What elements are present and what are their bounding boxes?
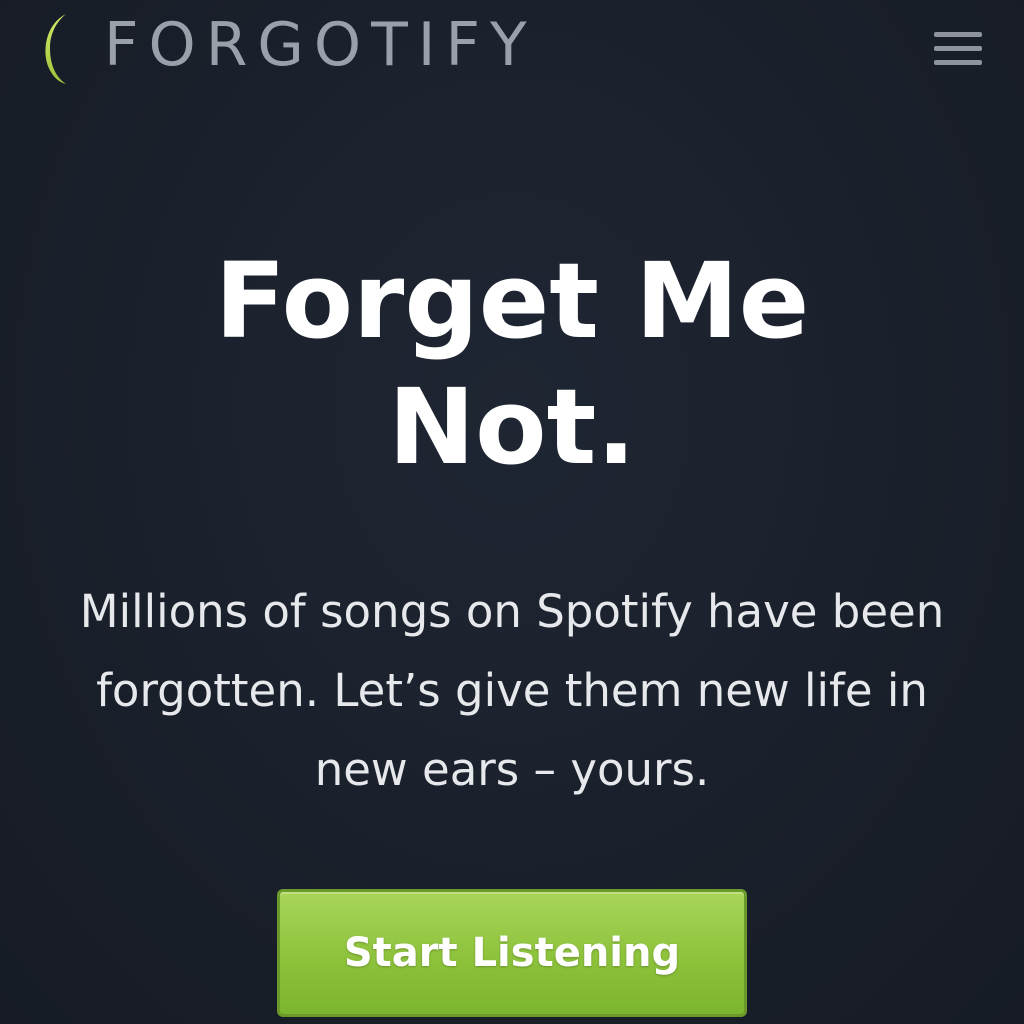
hamburger-menu-button[interactable] xyxy=(934,30,986,70)
hero-description-line: new ears – yours. xyxy=(314,743,710,796)
hero-description: Millions of songs on Spotify have been f… xyxy=(40,572,984,809)
logo-wordmark[interactable]: FORGOTIFY xyxy=(104,10,537,80)
hamburger-menu-icon-bar-middle xyxy=(934,46,982,51)
hero-description-line: forgotten. Let’s give them new life in xyxy=(96,664,928,717)
hero-description-line: Millions of songs on Spotify have been xyxy=(79,585,945,638)
start-listening-button[interactable]: Start Listening xyxy=(277,889,747,1017)
hero-title-line: Forget Me xyxy=(214,240,810,362)
hero-title-line: Not. xyxy=(388,366,636,488)
crescent-moon-icon xyxy=(45,14,66,84)
hamburger-menu-icon-bar-bottom xyxy=(934,60,982,65)
site-header: FORGOTIFY xyxy=(0,0,1024,100)
hamburger-menu-icon xyxy=(934,32,982,37)
hero-title: Forget Me Not. xyxy=(0,238,1024,490)
